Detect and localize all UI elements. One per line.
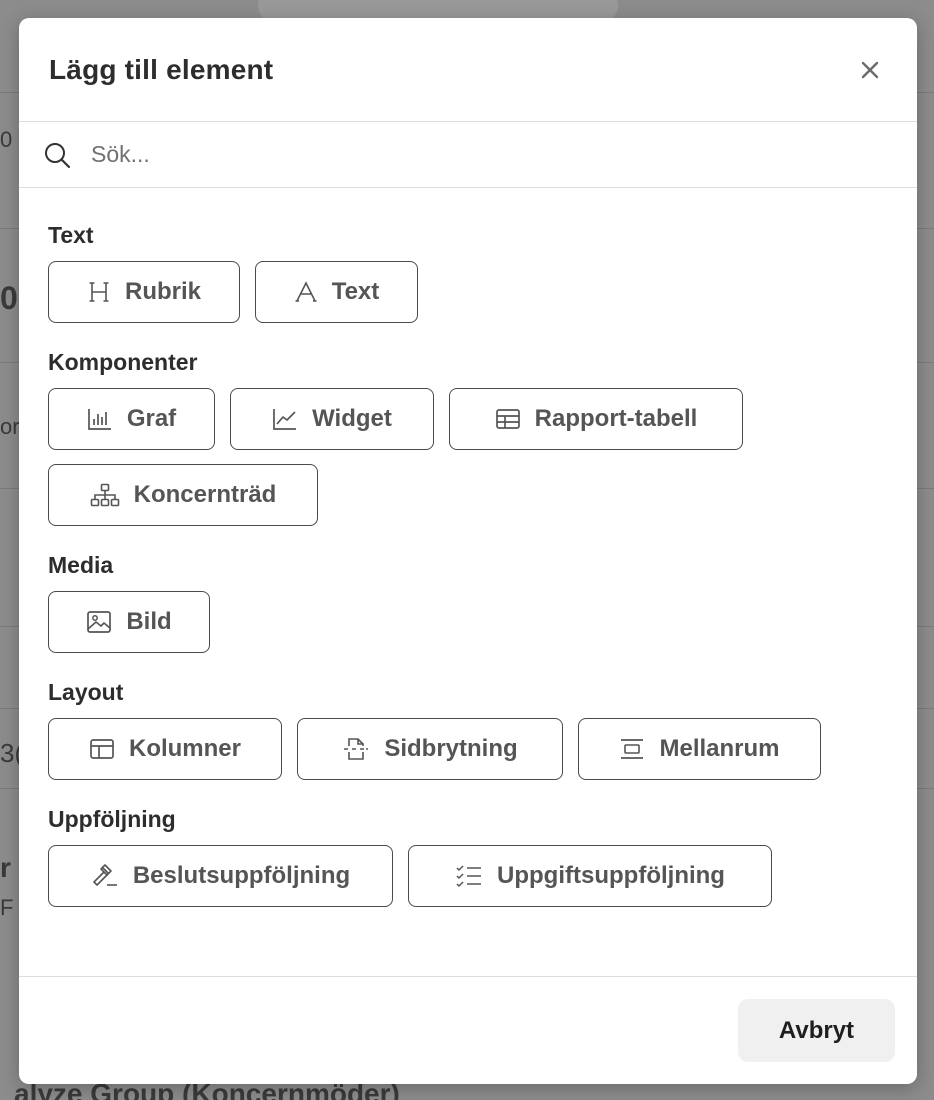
section-text: Text Rubrik Text [48, 222, 888, 323]
button-label: Rapport-tabell [534, 405, 698, 432]
mellanrum-button[interactable]: Mellanrum [578, 718, 821, 780]
line-chart-icon [272, 407, 298, 431]
table-icon [495, 407, 521, 431]
button-label: Bild [126, 608, 172, 635]
background-text: r [0, 852, 11, 883]
search-input[interactable] [91, 141, 691, 168]
cancel-button[interactable]: Avbryt [738, 999, 895, 1062]
spacer-icon [619, 737, 645, 761]
search-icon [43, 141, 71, 169]
button-label: Uppgiftsuppföljning [497, 862, 725, 889]
button-label: Text [331, 278, 380, 305]
button-label: Rubrik [124, 278, 201, 305]
section-komponenter: Komponenter Graf Widget Rapport-tabell K… [48, 349, 888, 526]
dialog-header: Lägg till element [19, 18, 917, 122]
beslutsuppfoljning-button[interactable]: Beslutsuppföljning [48, 845, 393, 907]
image-icon [86, 610, 112, 634]
kolumner-button[interactable]: Kolumner [48, 718, 282, 780]
close-icon [861, 61, 879, 78]
gavel-icon [91, 863, 119, 889]
dialog-footer: Avbryt [19, 976, 917, 1084]
section-uppfoljning: Uppföljning Beslutsuppföljning Uppgiftsu… [48, 806, 888, 907]
bild-button[interactable]: Bild [48, 591, 210, 653]
button-label: Widget [312, 405, 392, 432]
section-media: Media Bild [48, 552, 888, 653]
search-bar [19, 122, 917, 188]
add-element-dialog: Lägg till element Text Rubrik [19, 18, 917, 1084]
uppgiftsuppfoljning-button[interactable]: Uppgiftsuppföljning [408, 845, 772, 907]
background-text: F [0, 895, 14, 920]
button-label: Koncernträd [133, 481, 277, 508]
button-label: Sidbrytning [384, 735, 518, 762]
close-button[interactable] [853, 53, 887, 87]
button-label: Mellanrum [659, 735, 780, 762]
checklist-icon [455, 864, 483, 888]
element-sections: Text Rubrik Text Komponenter Graf Widget… [19, 188, 917, 977]
section-layout: Layout Kolumner Sidbrytning Mellanrum [48, 679, 888, 780]
widget-button[interactable]: Widget [230, 388, 434, 450]
rapport-tabell-button[interactable]: Rapport-tabell [449, 388, 743, 450]
section-title: Komponenter [48, 349, 198, 375]
page-break-icon [342, 736, 370, 762]
background-text: or [0, 414, 20, 439]
button-label: Graf [126, 405, 177, 432]
text-icon [294, 280, 318, 304]
text-button[interactable]: Text [255, 261, 418, 323]
heading-icon [87, 280, 111, 304]
section-title: Layout [48, 679, 124, 705]
background-text: 0 [0, 127, 13, 152]
dialog-title: Lägg till element [49, 53, 274, 85]
graf-button[interactable]: Graf [48, 388, 215, 450]
org-tree-icon [90, 483, 120, 507]
bar-chart-icon [87, 407, 113, 431]
section-title: Uppföljning [48, 806, 176, 832]
button-label: Kolumner [128, 735, 241, 762]
columns-icon [89, 737, 115, 761]
sidbrytning-button[interactable]: Sidbrytning [297, 718, 563, 780]
rubrik-button[interactable]: Rubrik [48, 261, 240, 323]
button-label: Beslutsuppföljning [132, 862, 351, 889]
section-title: Media [48, 552, 114, 578]
koncerntrad-button[interactable]: Koncernträd [48, 464, 318, 526]
section-title: Text [48, 222, 94, 248]
